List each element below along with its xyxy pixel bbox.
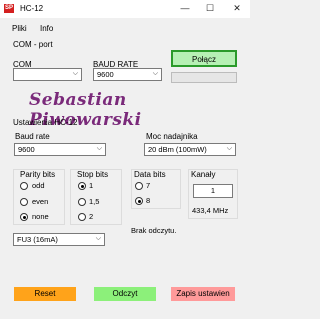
com-port-group-label: COM - port bbox=[13, 40, 53, 49]
parity-even-radio[interactable] bbox=[20, 198, 28, 206]
settings-group-label: Ustawienia HC-12 bbox=[13, 118, 78, 127]
parity-none-label: none bbox=[32, 212, 49, 221]
stop-bits-label: Stop bits bbox=[77, 170, 109, 179]
parity-none-radio[interactable] bbox=[20, 213, 28, 221]
tx-power-label: Moc nadajnika bbox=[146, 132, 198, 141]
parity-label: Parity bits bbox=[20, 170, 56, 179]
data-bits-7-label: 7 bbox=[146, 181, 151, 190]
read-status-text: Brak odczytu. bbox=[131, 226, 177, 235]
stop-bits-2-radio[interactable] bbox=[78, 213, 86, 221]
minimize-button[interactable]: — bbox=[174, 1, 196, 16]
chevron-down-icon: ⌵ bbox=[96, 145, 102, 152]
app-icon: SP bbox=[4, 4, 14, 13]
author-banner: Sebastian Piwowarski bbox=[29, 90, 142, 130]
stop-bits-1-radio[interactable] bbox=[78, 182, 86, 190]
baud-rate-select[interactable]: 9600 ⌵ bbox=[93, 68, 162, 81]
com-select[interactable]: ⌵ bbox=[13, 68, 82, 81]
connection-progress-bar bbox=[171, 72, 237, 83]
settings-baud-select[interactable]: 9600 ⌵ bbox=[14, 143, 106, 156]
stop-bits-1-5-radio[interactable] bbox=[78, 198, 86, 206]
tx-power-select[interactable]: 20 dBm (100mW) ⌵ bbox=[144, 143, 236, 156]
parity-odd-radio[interactable] bbox=[20, 182, 28, 190]
settings-baud-value: 9600 bbox=[18, 145, 35, 154]
data-bits-8-radio[interactable] bbox=[135, 197, 143, 205]
maximize-button[interactable]: ☐ bbox=[199, 1, 221, 16]
tx-power-value: 20 dBm (100mW) bbox=[148, 145, 207, 154]
reset-button[interactable]: Reset bbox=[14, 287, 76, 301]
channel-input[interactable]: 1 bbox=[193, 184, 233, 198]
chevron-down-icon: ⌵ bbox=[72, 70, 78, 77]
stop-bits-1-5-label: 1,5 bbox=[89, 197, 100, 206]
transmission-mode-select[interactable]: FU3 (16mA) ⌵ bbox=[13, 233, 105, 246]
chevron-down-icon: ⌵ bbox=[226, 145, 232, 152]
frequency-readout: 433,4 MHz bbox=[192, 206, 229, 215]
stop-bits-1-label: 1 bbox=[89, 181, 94, 190]
stop-bits-2-label: 2 bbox=[89, 212, 94, 221]
channel-label: Kanały bbox=[191, 170, 216, 179]
parity-odd-label: odd bbox=[32, 181, 45, 190]
data-bits-label: Data bits bbox=[134, 170, 166, 179]
connect-button[interactable]: Połącz bbox=[171, 50, 237, 67]
chevron-down-icon: ⌵ bbox=[95, 235, 101, 242]
read-button[interactable]: Odczyt bbox=[94, 287, 156, 301]
window-title: HC-12 bbox=[20, 4, 44, 13]
menu-pliki[interactable]: Pliki bbox=[12, 24, 27, 33]
menu-info[interactable]: Info bbox=[40, 24, 53, 33]
save-settings-button[interactable]: Zapis ustawien bbox=[171, 287, 235, 301]
data-bits-8-label: 8 bbox=[146, 196, 151, 205]
baud-rate-value: 9600 bbox=[97, 70, 114, 79]
parity-even-label: even bbox=[32, 197, 49, 206]
transmission-mode-value: FU3 (16mA) bbox=[17, 235, 58, 244]
chevron-down-icon: ⌵ bbox=[152, 70, 158, 77]
close-button[interactable]: ✕ bbox=[226, 1, 248, 16]
settings-baud-label: Baud rate bbox=[15, 132, 50, 141]
data-bits-7-radio[interactable] bbox=[135, 182, 143, 190]
